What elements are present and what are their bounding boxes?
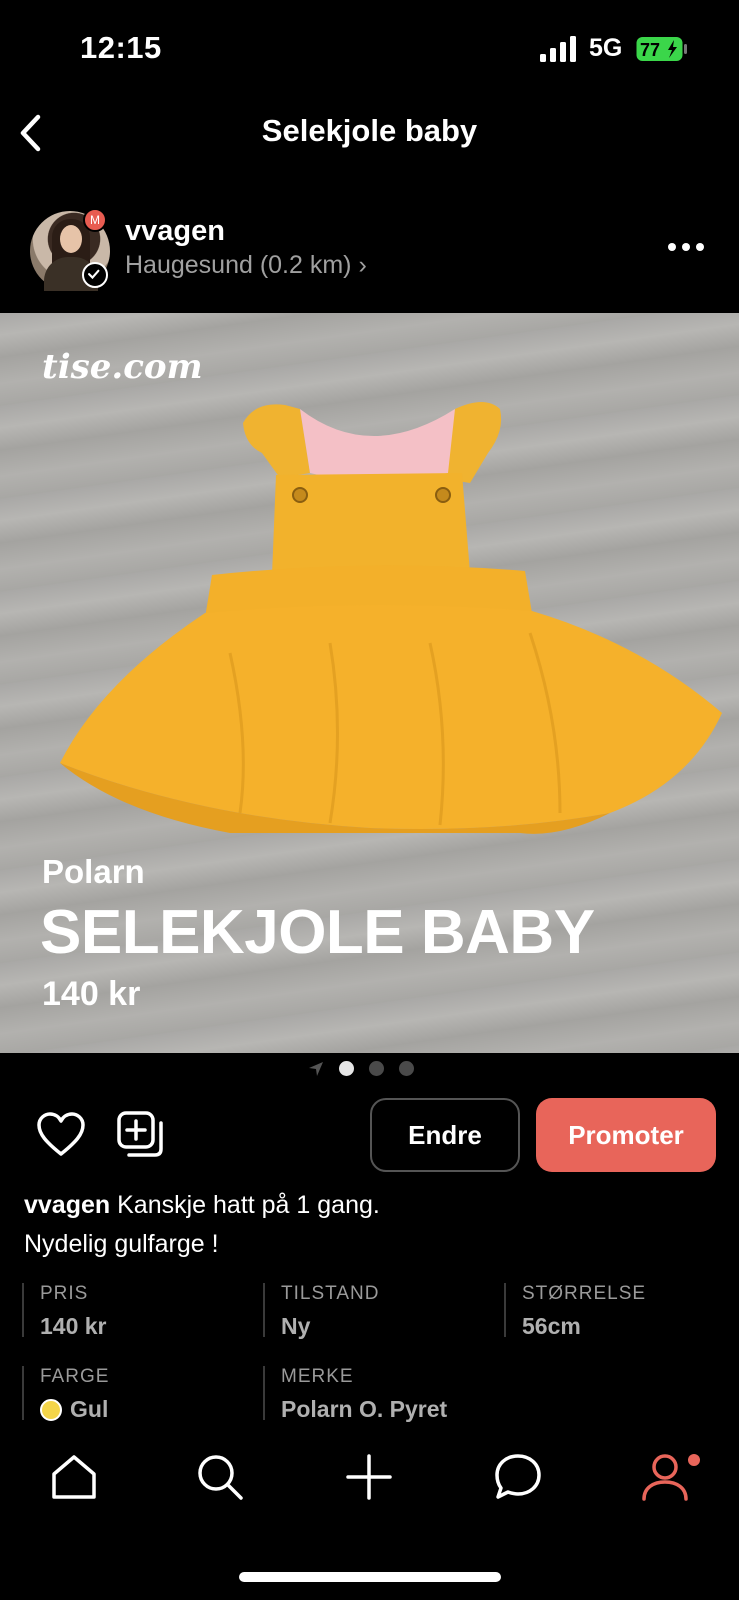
detail-value[interactable]: Polarn O. Pyret (281, 1396, 563, 1423)
nav-bar: Selekjole baby (0, 100, 739, 190)
notification-dot (688, 1454, 700, 1466)
page-title: Selekjole baby (261, 113, 478, 148)
overlay-brand: Polarn (42, 853, 145, 890)
member-badge: M (83, 208, 107, 232)
detail-color: FARGE Gul (22, 1366, 252, 1423)
carousel-dot[interactable] (339, 1061, 354, 1076)
battery-level: 77 (640, 40, 660, 60)
tise-watermark: tise.com (42, 347, 203, 387)
detail-label: STØRRELSE (522, 1283, 647, 1304)
product-photo[interactable]: tise.com Polarn SELEKJOLE BABY 140 kr (0, 313, 739, 1053)
profile-icon[interactable] (640, 1452, 690, 1502)
location-arrow-icon (309, 1062, 323, 1076)
search-icon[interactable] (195, 1452, 245, 1502)
detail-label: MERKE (281, 1366, 354, 1387)
home-icon[interactable] (49, 1452, 99, 1502)
detail-label: FARGE (40, 1366, 110, 1387)
seller-location[interactable]: Haugesund (0.2 km) › (125, 251, 367, 280)
overlay-price: 140 kr (42, 975, 141, 1013)
detail-condition: TILSTAND Ny (263, 1283, 493, 1339)
detail-label: PRIS (40, 1283, 89, 1304)
promote-button[interactable]: Promoter (536, 1098, 716, 1172)
network-label: 5G (589, 34, 623, 62)
detail-label: TILSTAND (281, 1283, 380, 1304)
overlay-title: SELEKJOLE BABY (40, 898, 595, 967)
carousel-dot[interactable] (369, 1061, 384, 1076)
detail-brand[interactable]: MERKE Polarn O. Pyret (263, 1366, 563, 1423)
seller-username[interactable]: vvagen (125, 215, 225, 248)
detail-value: Ny (281, 1313, 311, 1339)
more-options-icon[interactable] (666, 241, 706, 253)
description-username[interactable]: vvagen (24, 1191, 110, 1219)
plus-icon[interactable] (344, 1452, 394, 1502)
color-name: Gul (70, 1396, 109, 1422)
detail-value: 140 kr (40, 1313, 107, 1339)
status-bar: 12:15 5G 77 (0, 0, 739, 100)
listing-description: vvagen Kanskje hatt på 1 gang. Nydelig g… (24, 1186, 714, 1264)
chat-icon[interactable] (493, 1452, 543, 1502)
signal-icon (540, 36, 576, 62)
carousel-dot[interactable] (399, 1061, 414, 1076)
description-text-1: Kanskje hatt på 1 gang. (117, 1191, 380, 1219)
home-indicator[interactable] (239, 1572, 501, 1582)
seller-header[interactable]: M vvagen Haugesund (0.2 km) › (0, 205, 739, 305)
battery-icon: 77 (636, 37, 687, 61)
detail-value: 56cm (522, 1313, 581, 1339)
detail-price: PRIS 140 kr (22, 1283, 252, 1339)
detail-size: STØRRELSE 56cm (504, 1283, 734, 1339)
add-to-collection-icon[interactable] (116, 1110, 166, 1160)
status-time: 12:15 (80, 30, 162, 65)
heart-icon[interactable] (36, 1112, 86, 1158)
avatar-face (60, 225, 82, 253)
verified-check-icon (82, 262, 108, 288)
edit-button[interactable]: Endre (370, 1098, 520, 1172)
description-line-1: vvagen Kanskje hatt på 1 gang. (24, 1186, 714, 1225)
color-swatch (40, 1398, 62, 1421)
detail-value: Gul (40, 1396, 252, 1423)
description-text-2: Nydelig gulfarge ! (24, 1230, 219, 1258)
action-row: Endre Promoter (0, 1098, 739, 1174)
tab-bar (0, 1430, 739, 1550)
carousel-indicator (0, 1058, 739, 1078)
